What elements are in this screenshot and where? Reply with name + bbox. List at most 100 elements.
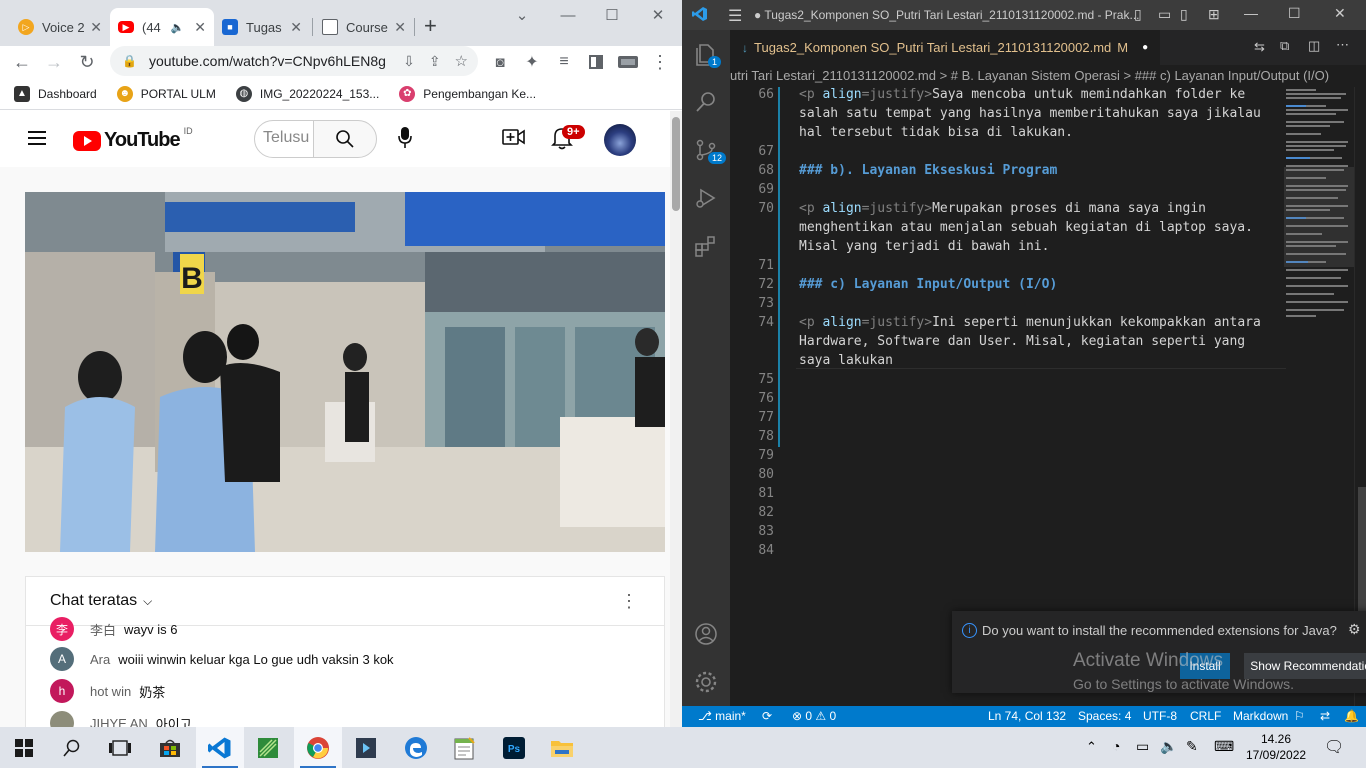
chat-author[interactable]: hot win [90, 684, 131, 699]
file-explorer-app[interactable] [538, 727, 586, 768]
open-changes-icon[interactable]: ⇆ [1254, 39, 1265, 55]
problems-indicator[interactable]: ⊗ 0 ⚠ 0 [792, 709, 836, 723]
keyboard-icon[interactable]: ⌨ [1214, 738, 1234, 755]
extensions-icon[interactable] [694, 234, 718, 258]
create-video-button[interactable] [502, 127, 526, 152]
address-bar[interactable]: 🔒 youtube.com/watch?v=CNpv6hLEN8g ⇩ ⇪ ☆ [110, 46, 478, 76]
side-panel-icon[interactable] [584, 50, 608, 74]
voice-search-button[interactable] [392, 125, 418, 151]
profile-icon[interactable] [616, 50, 640, 74]
close-tab-icon[interactable]: ✕ [394, 19, 406, 36]
speaker-icon[interactable]: 🔈 [171, 21, 185, 34]
photoshop-app[interactable]: Ps [490, 727, 538, 768]
editor-tab-active[interactable]: ↓ Tugas2_Komponen SO_Putri Tari Lestari_… [730, 30, 1161, 65]
youtube-search-button[interactable] [313, 120, 377, 158]
code-editor[interactable]: 66 67 68 69 70 71 72 73 74 75 76 77 78 79 80 81 82 83 84 <… [730, 87, 1366, 706]
bookmark-star-icon[interactable]: ☆ [455, 52, 468, 70]
more-actions-icon[interactable]: ⋯ [1336, 37, 1349, 53]
tab-search-icon[interactable]: ⌄ [508, 6, 536, 26]
close-tab-icon[interactable]: ✕ [290, 19, 302, 36]
customize-layout-icon[interactable]: ⊞ [1208, 6, 1220, 23]
system-clock[interactable]: 14.26 17/09/2022 [1246, 731, 1306, 763]
share-icon[interactable]: ⇪ [429, 53, 441, 70]
close-window-button[interactable]: ✕ [1334, 5, 1346, 22]
breadcrumb[interactable]: utri Tari Lestari_2110131120002.md > # B… [730, 65, 1366, 87]
tab-voice[interactable]: ▷ Voice 2 ✕ [10, 8, 110, 46]
app-green[interactable] [244, 727, 292, 768]
bookmark-pengembangan[interactable]: ✿ Pengembangan Ke... [399, 85, 536, 102]
volume-icon[interactable]: 🔈 [1160, 738, 1177, 755]
explorer-icon[interactable]: 1 [694, 42, 722, 68]
store-app[interactable] [146, 727, 194, 768]
manage-gear-icon[interactable] [694, 670, 718, 694]
source-control-icon[interactable]: 12 [694, 138, 727, 164]
minimize-button[interactable]: — [554, 6, 582, 26]
search-button[interactable] [48, 727, 96, 768]
encoding[interactable]: UTF-8 [1143, 709, 1177, 723]
install-button[interactable]: Install [1180, 653, 1230, 679]
video-player[interactable]: B [25, 192, 665, 552]
battery-icon[interactable]: ▭ [1136, 738, 1149, 755]
indentation[interactable]: Spaces: 4 [1078, 709, 1131, 723]
accounts-icon[interactable] [694, 622, 718, 646]
close-tab-icon[interactable]: ✕ [90, 19, 102, 36]
maximize-button[interactable]: ☐ [1288, 5, 1301, 22]
new-tab-button[interactable]: + [424, 13, 437, 39]
network-icon[interactable]: ◔ [1112, 738, 1120, 754]
branch-indicator[interactable]: ⎇ main* [698, 709, 746, 723]
maximize-button[interactable]: ☐ [598, 6, 626, 26]
hamburger-menu-icon[interactable] [28, 131, 46, 145]
extensions-icon[interactable]: ✦ [520, 50, 544, 74]
scrollbar-thumb[interactable] [672, 117, 680, 211]
sync-icon[interactable]: ⟳ [762, 709, 772, 723]
chat-more-icon[interactable]: ⋮ [620, 591, 638, 612]
account-avatar[interactable] [604, 124, 636, 156]
chevron-down-icon[interactable]: ⌵ [143, 594, 152, 609]
cursor-position[interactable]: Ln 74, Col 132 [988, 709, 1066, 723]
notification-center-icon[interactable]: 🗨 [1324, 737, 1344, 757]
show-hidden-icons[interactable]: ⌃ [1086, 739, 1097, 755]
chat-author[interactable]: JIHYE AN [90, 716, 148, 728]
tab-youtube[interactable]: ▶ (44 🔈 ✕ [110, 8, 214, 46]
menu-kebab-icon[interactable]: ⋮ [648, 50, 672, 74]
chat-author[interactable]: Ara [90, 652, 110, 667]
close-tab-icon[interactable]: ✕ [194, 19, 206, 36]
split-editor-icon[interactable]: ◫ [1308, 38, 1320, 54]
notepad-app[interactable] [440, 727, 488, 768]
layout-sidebar-icon[interactable]: ▯ [1134, 6, 1142, 23]
bookmark-dashboard[interactable]: ▲ Dashboard [14, 85, 97, 102]
minimize-button[interactable]: — [1244, 5, 1258, 21]
pen-icon[interactable]: ✎ [1186, 738, 1198, 755]
unsaved-dot-icon[interactable]: ● [1142, 42, 1148, 53]
tab-tugas[interactable]: ■ Tugas ✕ [214, 8, 310, 46]
notifications-bell-icon[interactable]: 🔔 [1344, 709, 1359, 723]
camera-icon[interactable]: ◙ [488, 50, 512, 74]
back-arrow-icon[interactable]: ← [10, 50, 34, 74]
minimap[interactable] [1284, 87, 1354, 327]
reload-icon[interactable]: ↻ [75, 50, 99, 74]
forward-arrow-icon[interactable]: → [42, 50, 66, 74]
search-icon[interactable] [694, 90, 718, 114]
vscode-app[interactable] [196, 727, 244, 768]
live-share-icon[interactable]: ⇄ [1320, 709, 1330, 723]
close-window-button[interactable]: ✕ [644, 6, 672, 26]
chrome-app[interactable] [294, 727, 342, 768]
url-text[interactable]: youtube.com/watch?v=CNpv6hLEN8g [149, 53, 403, 69]
chat-mode-label[interactable]: Chat teratas [50, 592, 137, 610]
run-debug-icon[interactable] [694, 186, 718, 210]
layout-panel-icon[interactable]: ▭ [1158, 6, 1171, 23]
media-control-icon[interactable]: ≡ [552, 50, 576, 74]
page-scrollbar[interactable] [670, 111, 682, 727]
show-recommendations-button[interactable]: Show Recommendations [1244, 653, 1366, 679]
edge-app[interactable] [392, 727, 440, 768]
menu-icon[interactable]: ☰ [728, 6, 742, 26]
preview-icon[interactable]: ⧉ [1280, 38, 1289, 54]
feedback-icon[interactable]: ⚐ [1294, 709, 1305, 723]
youtube-search-input[interactable]: Telusu [254, 120, 314, 158]
end-of-line[interactable]: CRLF [1190, 709, 1221, 723]
task-view-button[interactable] [96, 727, 144, 768]
install-icon[interactable]: ⇩ [403, 53, 415, 70]
chat-author[interactable]: 李白 [90, 620, 116, 639]
bookmark-img[interactable]: ◍ IMG_20220224_153... [235, 85, 379, 102]
start-button[interactable] [0, 727, 48, 768]
